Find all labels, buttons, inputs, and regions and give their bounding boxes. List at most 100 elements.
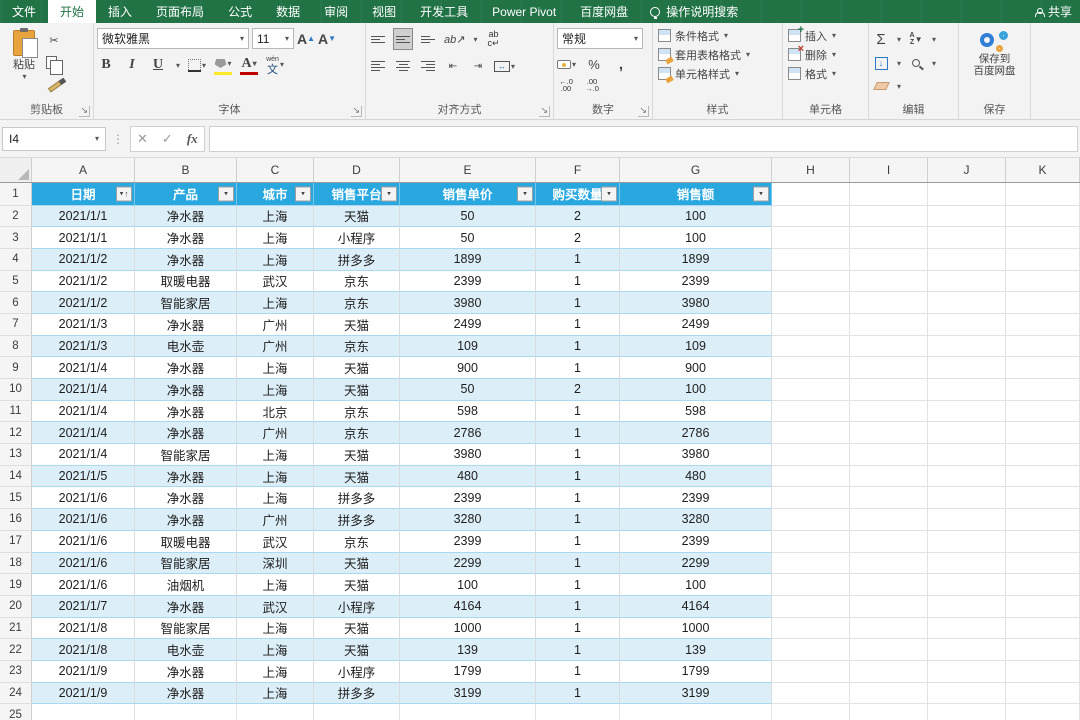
table-cell[interactable]: 武汉 bbox=[237, 595, 314, 618]
table-cell[interactable]: 广州 bbox=[237, 335, 314, 358]
empty-cell[interactable] bbox=[928, 444, 1006, 466]
empty-cell[interactable] bbox=[850, 487, 928, 510]
fill-color-button[interactable]: ▾ bbox=[214, 55, 233, 75]
column-header-K[interactable]: K bbox=[1006, 158, 1080, 182]
empty-cell[interactable] bbox=[772, 379, 850, 401]
table-cell[interactable]: 100 bbox=[620, 574, 772, 596]
table-cell[interactable]: 净水器 bbox=[135, 379, 237, 401]
table-cell[interactable]: 天猫 bbox=[314, 639, 400, 661]
empty-cell[interactable] bbox=[772, 444, 850, 466]
table-cell[interactable]: 净水器 bbox=[135, 227, 237, 249]
table-cell[interactable]: 1 bbox=[536, 574, 620, 596]
table-cell[interactable]: 上海 bbox=[237, 617, 314, 640]
table-cell[interactable]: 上海 bbox=[237, 682, 314, 705]
table-cell[interactable]: 上海 bbox=[237, 487, 314, 510]
filter-sort-button[interactable]: ▾ ↑ bbox=[116, 186, 132, 202]
empty-cell[interactable] bbox=[928, 552, 1006, 575]
table-cell[interactable]: 电水壶 bbox=[135, 335, 237, 358]
table-cell[interactable]: 京东 bbox=[314, 530, 400, 553]
number-format-select[interactable]: 常规 ▾ bbox=[557, 28, 643, 49]
table-cell[interactable]: 取暖电器 bbox=[135, 530, 237, 553]
enter-icon[interactable]: ✓ bbox=[162, 131, 173, 147]
empty-cell[interactable] bbox=[850, 422, 928, 445]
table-cell[interactable]: 598 bbox=[620, 400, 772, 423]
empty-cell[interactable] bbox=[1006, 595, 1080, 618]
table-cell[interactable]: 2 bbox=[536, 379, 620, 401]
empty-cell[interactable] bbox=[772, 400, 850, 423]
table-header-city[interactable]: 城市 ▾ bbox=[237, 183, 314, 206]
tab-page-layout[interactable]: 页面布局 bbox=[144, 0, 216, 23]
empty-cell[interactable] bbox=[928, 379, 1006, 401]
row-number[interactable]: 1 bbox=[0, 183, 32, 206]
empty-cell[interactable] bbox=[850, 530, 928, 553]
empty-cell[interactable] bbox=[928, 248, 1006, 271]
empty-cell[interactable] bbox=[928, 422, 1006, 445]
table-cell[interactable]: 3980 bbox=[400, 444, 536, 466]
empty-cell[interactable] bbox=[772, 292, 850, 314]
table-cell[interactable]: 2499 bbox=[620, 313, 772, 336]
table-cell[interactable]: 天猫 bbox=[314, 574, 400, 596]
empty-cell[interactable] bbox=[400, 704, 536, 720]
empty-cell[interactable] bbox=[1006, 400, 1080, 423]
row-number[interactable]: 9 bbox=[0, 357, 32, 379]
table-cell[interactable]: 3280 bbox=[400, 509, 536, 531]
table-cell[interactable]: 上海 bbox=[237, 248, 314, 271]
tab-formulas[interactable]: 公式 bbox=[216, 0, 264, 23]
table-cell[interactable]: 天猫 bbox=[314, 465, 400, 488]
empty-cell[interactable] bbox=[850, 400, 928, 423]
table-cell[interactable]: 1 bbox=[536, 400, 620, 423]
table-cell[interactable]: 广州 bbox=[237, 313, 314, 336]
row-number[interactable]: 24 bbox=[0, 682, 32, 705]
tab-baidu-netdisk[interactable]: 百度网盘 bbox=[568, 0, 640, 23]
table-cell[interactable]: 2399 bbox=[620, 487, 772, 510]
row-number[interactable]: 13 bbox=[0, 444, 32, 466]
row-number[interactable]: 15 bbox=[0, 487, 32, 510]
table-cell[interactable]: 2021/1/8 bbox=[32, 639, 135, 661]
table-cell[interactable]: 100 bbox=[620, 227, 772, 249]
clipboard-dialog-launcher[interactable]: ↘ bbox=[79, 106, 90, 117]
table-cell[interactable]: 1 bbox=[536, 313, 620, 336]
empty-cell[interactable] bbox=[135, 704, 237, 720]
empty-cell[interactable] bbox=[1006, 248, 1080, 271]
row-number[interactable]: 6 bbox=[0, 292, 32, 314]
table-cell[interactable]: 天猫 bbox=[314, 444, 400, 466]
empty-cell[interactable] bbox=[772, 704, 850, 720]
table-cell[interactable]: 武汉 bbox=[237, 530, 314, 553]
filter-button[interactable]: ▾ bbox=[601, 186, 617, 202]
table-cell[interactable]: 广州 bbox=[237, 422, 314, 445]
formula-input[interactable] bbox=[208, 125, 1078, 152]
table-cell[interactable]: 1799 bbox=[400, 660, 536, 683]
empty-cell[interactable] bbox=[850, 465, 928, 488]
table-cell[interactable]: 2499 bbox=[400, 313, 536, 336]
table-cell[interactable]: 净水器 bbox=[135, 660, 237, 683]
tab-power-pivot[interactable]: Power Pivot bbox=[480, 0, 568, 23]
table-cell[interactable]: 2021/1/4 bbox=[32, 444, 135, 466]
row-number[interactable]: 10 bbox=[0, 379, 32, 401]
table-cell[interactable]: 上海 bbox=[237, 639, 314, 661]
empty-cell[interactable] bbox=[1006, 660, 1080, 683]
empty-cell[interactable] bbox=[772, 335, 850, 358]
increase-font-button[interactable]: A ▲ bbox=[297, 29, 315, 49]
table-cell[interactable]: 京东 bbox=[314, 335, 400, 358]
table-cell[interactable]: 2021/1/4 bbox=[32, 400, 135, 423]
column-header-G[interactable]: G bbox=[620, 158, 772, 182]
empty-cell[interactable] bbox=[772, 574, 850, 596]
empty-cell[interactable] bbox=[1006, 530, 1080, 553]
tab-insert[interactable]: 插入 bbox=[96, 0, 144, 23]
row-number[interactable]: 19 bbox=[0, 574, 32, 596]
cell-styles-button[interactable]: 单元格样式 ▾ bbox=[656, 64, 779, 83]
empty-cell[interactable] bbox=[772, 270, 850, 293]
column-header-F[interactable]: F bbox=[536, 158, 620, 182]
row-number[interactable]: 18 bbox=[0, 552, 32, 575]
table-cell[interactable]: 1000 bbox=[400, 617, 536, 640]
table-cell[interactable]: 2299 bbox=[400, 552, 536, 575]
table-cell[interactable]: 智能家居 bbox=[135, 552, 237, 575]
font-size-select[interactable]: 11 ▾ bbox=[252, 28, 294, 49]
table-cell[interactable]: 小程序 bbox=[314, 660, 400, 683]
table-cell[interactable]: 小程序 bbox=[314, 595, 400, 618]
table-cell[interactable]: 小程序 bbox=[314, 227, 400, 249]
table-cell[interactable]: 拼多多 bbox=[314, 509, 400, 531]
table-cell[interactable]: 武汉 bbox=[237, 270, 314, 293]
table-cell[interactable]: 2786 bbox=[400, 422, 536, 445]
table-cell[interactable]: 净水器 bbox=[135, 248, 237, 271]
